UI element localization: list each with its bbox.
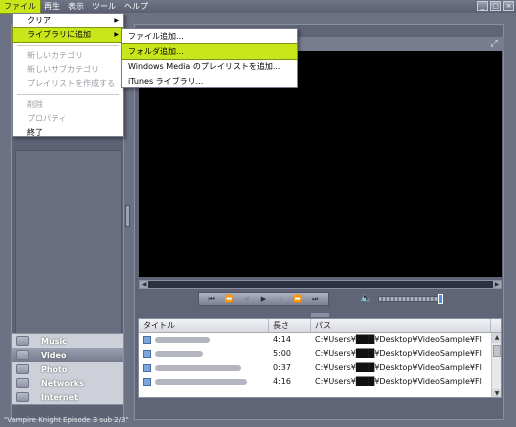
menu-view[interactable]: 表示 <box>64 0 88 13</box>
menu-tools[interactable]: ツール <box>88 0 120 13</box>
menu-item-clear[interactable]: クリア ▶ <box>13 14 123 28</box>
menu-item-properties[interactable]: プロパティ <box>13 112 123 126</box>
row-length: 5:00 <box>273 349 291 358</box>
seek-left-arrow-icon[interactable]: ◀ <box>140 281 148 288</box>
category-bar: Music Video Photo Networks Internet <box>11 333 124 405</box>
row-title <box>139 375 269 389</box>
fullscreen-icon[interactable]: ⤢ <box>489 39 499 49</box>
file-menu-dropdown: クリア ▶ ライブラリに追加 ▶ 新しいカテゴリ 新しいサブカテゴリ プレイリストを… <box>12 13 124 137</box>
menu-bar: ファイル 再生 表示 ツール ヘルプ _ □ × <box>0 0 516 14</box>
menu-separator <box>17 94 119 95</box>
menu-item-create-playlist[interactable]: プレイリストを作成する <box>13 77 123 91</box>
table-row[interactable]: 0:37 C:¥Users¥███¥Desktop¥VideoSample¥Fl <box>139 361 501 375</box>
column-length[interactable]: 長さ <box>269 319 311 332</box>
category-internet[interactable]: Internet <box>12 390 123 404</box>
video-file-icon <box>143 336 151 344</box>
row-title <box>139 347 269 361</box>
maximize-button[interactable]: □ <box>490 1 501 11</box>
networks-icon <box>16 378 29 388</box>
column-path[interactable]: パス <box>311 319 491 332</box>
category-photo[interactable]: Photo <box>12 362 123 376</box>
category-music[interactable]: Music <box>12 334 123 348</box>
menu-help[interactable]: ヘルプ <box>120 0 152 13</box>
video-icon <box>16 350 29 360</box>
menu-item-new-subcategory[interactable]: 新しいサブカテゴリ <box>13 63 123 77</box>
list-scrollbar[interactable]: ▲ ▼ <box>491 333 501 397</box>
menu-item-add-file[interactable]: ファイル追加... <box>122 29 297 44</box>
row-path: C:¥Users¥███¥Desktop¥VideoSample¥Fl <box>315 377 482 386</box>
table-row[interactable]: 4:14 C:¥Users¥███¥Desktop¥VideoSample¥Fl <box>139 333 501 347</box>
minimize-button[interactable]: _ <box>477 1 488 11</box>
submenu-arrow-icon: ▶ <box>114 17 119 24</box>
menu-file[interactable]: ファイル <box>0 0 41 14</box>
fast-forward-button[interactable]: ⏩ <box>291 293 305 305</box>
row-title <box>139 333 269 347</box>
add-to-library-submenu: ファイル追加... フォルダ追加... Windows Media のプレイリス… <box>121 28 298 88</box>
menu-item-add-wmp-playlist[interactable]: Windows Media のプレイリストを追加... <box>122 59 297 74</box>
seek-right-arrow-icon[interactable]: ▶ <box>493 281 501 288</box>
scroll-up-icon[interactable]: ▲ <box>492 333 501 343</box>
step-back-button[interactable]: ◀ <box>239 293 253 305</box>
category-video[interactable]: Video <box>12 348 123 362</box>
transport-controls: ⏮ ⏪ ◀ ▶ ⏸ ⏩ ⏭ <box>198 292 329 306</box>
scroll-down-icon[interactable]: ▼ <box>492 389 501 397</box>
menu-separator <box>17 45 119 46</box>
table-row[interactable]: 5:00 C:¥Users¥███¥Desktop¥VideoSample¥Fl <box>139 347 501 361</box>
list-resize-handle[interactable] <box>311 313 329 317</box>
menu-item-new-category[interactable]: 新しいカテゴリ <box>13 49 123 63</box>
menu-item-delete[interactable]: 削除 <box>13 98 123 112</box>
row-length: 4:14 <box>273 335 291 344</box>
photo-icon <box>16 364 29 374</box>
row-path: C:¥Users¥███¥Desktop¥VideoSample¥Fl <box>315 349 482 358</box>
pause-button[interactable]: ⏸ <box>274 293 288 305</box>
row-path: C:¥Users¥███¥Desktop¥VideoSample¥Fl <box>315 363 482 372</box>
video-file-icon <box>143 364 151 372</box>
row-title <box>139 361 269 375</box>
internet-icon <box>16 392 29 402</box>
previous-track-button[interactable]: ⏮ <box>205 293 219 305</box>
speaker-icon[interactable]: 🔈 <box>360 293 372 304</box>
volume-slider-thumb[interactable] <box>438 294 443 304</box>
next-track-button[interactable]: ⏭ <box>308 293 322 305</box>
volume-slider[interactable] <box>378 294 443 304</box>
menu-item-label: ライブラリに追加 <box>27 30 91 39</box>
library-tree-area[interactable] <box>15 150 122 350</box>
submenu-arrow-icon: ▶ <box>114 31 119 38</box>
menu-item-itunes-library[interactable]: iTunes ライブラリ... <box>122 74 297 89</box>
play-button[interactable]: ▶ <box>256 293 270 305</box>
row-length: 4:16 <box>273 377 291 386</box>
video-file-icon <box>143 378 151 386</box>
menu-item-add-folder[interactable]: フォルダ追加... <box>121 43 298 60</box>
panel-splitter-handle[interactable] <box>125 205 130 227</box>
row-length: 0:37 <box>273 363 291 372</box>
table-row[interactable]: 4:16 C:¥Users¥███¥Desktop¥VideoSample¥Fl <box>139 375 501 389</box>
menu-item-add-to-library[interactable]: ライブラリに追加 ▶ <box>12 27 124 43</box>
music-icon <box>16 336 29 346</box>
status-text: "Vampire Knight Episode 3 sub 2/3" <box>4 416 129 424</box>
row-path: C:¥Users¥███¥Desktop¥VideoSample¥Fl <box>315 335 482 344</box>
column-title[interactable]: タイトル <box>139 319 269 332</box>
category-networks[interactable]: Networks <box>12 376 123 390</box>
menu-item-exit[interactable]: 終了 <box>13 126 123 140</box>
media-list-header: タイトル 長さ パス <box>139 319 501 333</box>
video-file-icon <box>143 350 151 358</box>
seek-bar[interactable]: ◀ ▶ <box>139 280 502 289</box>
menu-play[interactable]: 再生 <box>40 0 64 13</box>
rewind-button[interactable]: ⏪ <box>222 293 236 305</box>
close-button[interactable]: × <box>503 1 514 11</box>
menu-item-label: クリア <box>27 16 51 25</box>
scroll-thumb[interactable] <box>493 345 501 357</box>
media-list: タイトル 長さ パス 4:14 C:¥Users¥███¥Desktop¥Vid… <box>138 318 502 398</box>
